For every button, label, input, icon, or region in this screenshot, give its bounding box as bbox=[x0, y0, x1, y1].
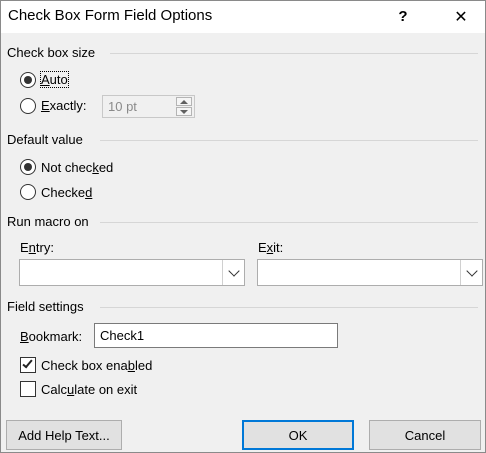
exit-dropdown-button[interactable] bbox=[460, 260, 482, 285]
entry-dropdown-button[interactable] bbox=[222, 260, 244, 285]
exit-label-a: E bbox=[258, 240, 267, 255]
cancel-button[interactable]: Cancel bbox=[369, 420, 481, 450]
arrow-down-icon bbox=[180, 109, 188, 114]
not-checked-label[interactable]: Not checked bbox=[41, 160, 113, 175]
title-bar: Check Box Form Field Options ? ✕ bbox=[0, 0, 486, 33]
default-value-label: Default value bbox=[7, 132, 89, 147]
dialog-title: Check Box Form Field Options bbox=[8, 7, 213, 24]
help-icon[interactable]: ? bbox=[380, 0, 426, 33]
exactly-label-rest: xactly: bbox=[49, 98, 87, 113]
check-box-enabled-checkbox[interactable] bbox=[20, 357, 36, 373]
enabled-label-a: Check box ena bbox=[41, 358, 128, 373]
auto-label[interactable]: Auto bbox=[40, 71, 69, 88]
auto-radio[interactable] bbox=[20, 72, 36, 88]
section-divider bbox=[100, 222, 478, 223]
close-icon[interactable]: ✕ bbox=[438, 0, 484, 33]
checked-radio[interactable] bbox=[20, 184, 36, 200]
auto-label-rest: uto bbox=[49, 72, 68, 87]
size-value: 10 pt bbox=[108, 99, 137, 114]
entry-label-a: E bbox=[20, 240, 29, 255]
enabled-label-b: led bbox=[134, 358, 153, 373]
chevron-down-icon bbox=[227, 264, 240, 277]
bookmark-label: Bookmark: bbox=[20, 329, 82, 344]
run-macro-label: Run macro on bbox=[7, 214, 95, 229]
auto-label-access-key: A bbox=[41, 72, 50, 87]
section-divider bbox=[100, 140, 478, 141]
section-divider bbox=[100, 307, 478, 308]
bookmark-input[interactable]: Check1 bbox=[94, 323, 338, 348]
entry-macro-select[interactable] bbox=[19, 259, 245, 286]
exactly-label[interactable]: Exactly: bbox=[41, 98, 87, 113]
exit-macro-select[interactable] bbox=[257, 259, 483, 286]
entry-label-b: try: bbox=[35, 240, 54, 255]
exactly-radio[interactable] bbox=[20, 98, 36, 114]
not-checked-label-a: Not chec bbox=[41, 160, 93, 175]
calculate-on-exit-checkbox[interactable] bbox=[20, 381, 36, 397]
enabled-access-key: b bbox=[127, 358, 135, 373]
checked-label-a: Checke bbox=[41, 185, 86, 200]
check-box-enabled-label[interactable]: Check box enabled bbox=[41, 358, 152, 373]
add-help-text-button[interactable]: Add Help Text... bbox=[6, 420, 122, 450]
exit-label: Exit: bbox=[258, 240, 283, 255]
not-checked-radio[interactable] bbox=[20, 159, 36, 175]
checked-label[interactable]: Checked bbox=[41, 185, 92, 200]
exactly-label-access-key: E bbox=[41, 98, 50, 113]
size-spinner[interactable]: 10 pt bbox=[102, 95, 195, 118]
arrow-up-icon bbox=[180, 99, 188, 104]
spin-up-button[interactable] bbox=[176, 97, 192, 106]
chevron-down-icon bbox=[465, 264, 478, 277]
checkmark-icon bbox=[22, 357, 33, 369]
check-box-size-label: Check box size bbox=[7, 45, 102, 60]
checked-access-key: d bbox=[85, 185, 93, 200]
section-divider bbox=[110, 53, 478, 54]
calc-label-b: late on exit bbox=[74, 382, 138, 397]
field-settings-label: Field settings bbox=[7, 299, 90, 314]
entry-label: Entry: bbox=[20, 240, 54, 255]
calc-label-a: Calc bbox=[41, 382, 68, 397]
calculate-on-exit-label[interactable]: Calculate on exit bbox=[41, 382, 137, 397]
entry-access-key: n bbox=[28, 240, 36, 255]
not-checked-label-b: ed bbox=[98, 160, 114, 175]
exit-label-b: it: bbox=[273, 240, 284, 255]
ok-button[interactable]: OK bbox=[242, 420, 354, 450]
spin-down-button[interactable] bbox=[176, 107, 192, 116]
bookmark-access-key: B bbox=[20, 329, 29, 344]
bookmark-label-rest: ookmark: bbox=[28, 329, 83, 344]
